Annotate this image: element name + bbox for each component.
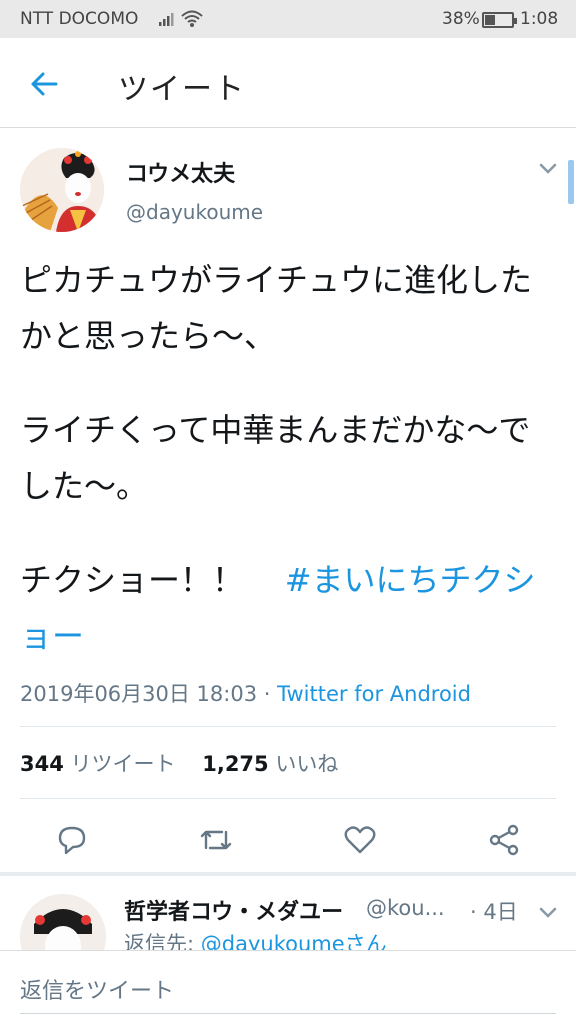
reply-to-line: 返信先: @dayukoumeさん: [124, 928, 387, 950]
scroll-indicator: [568, 160, 574, 204]
reply-avatar[interactable]: [20, 894, 106, 950]
engagement-counts: 344 リツイート 1,275 いいね: [20, 748, 338, 778]
battery-icon: [482, 12, 517, 28]
author-name[interactable]: コウメ太夫: [126, 156, 235, 188]
like-count-link[interactable]: 1,275 いいね: [202, 752, 338, 776]
divider: [20, 726, 556, 727]
carrier-label: NTT DOCOMO: [20, 9, 139, 29]
tweet-meta: 2019年06月30日 18:03 · Twitter for Android: [20, 678, 471, 708]
reply-icon[interactable]: [52, 820, 92, 860]
reply-to-mention[interactable]: @dayukoumeさん: [201, 932, 387, 950]
retweet-icon[interactable]: [196, 820, 236, 860]
reply-composer[interactable]: 返信をツイート: [0, 950, 576, 1024]
author-handle[interactable]: @dayukoume: [126, 200, 263, 224]
tweet-line: チクショー！！ #まいにちチクショー: [20, 552, 560, 664]
reply-author-name[interactable]: 哲学者コウ・メダユー: [124, 894, 343, 926]
like-label: いいね: [275, 752, 339, 776]
tweet-line: ピカチュウがライチュウに進化したかと思ったら〜、: [20, 261, 533, 355]
retweet-count-link[interactable]: 344 リツイート: [20, 752, 176, 776]
reply-time: · 4日: [470, 900, 518, 924]
reply-author-handle[interactable]: @kou...: [366, 896, 445, 920]
reply-to-label: 返信先:: [124, 932, 195, 950]
divider: [20, 798, 556, 799]
battery-percent: 38%: [442, 9, 480, 29]
meta-separator: ·: [263, 682, 271, 706]
retweet-label: リツイート: [70, 752, 176, 776]
tweet-actions: [0, 816, 576, 872]
page-title: ツイート: [118, 72, 246, 107]
wifi-icon: [180, 9, 204, 34]
author-avatar[interactable]: [20, 148, 104, 232]
app-bar: ツイート: [0, 38, 576, 128]
reply-tweet[interactable]: 哲学者コウ・メダユー @kou... · 4日 返信先: @dayukoumeさ…: [0, 876, 576, 950]
chevron-down-icon[interactable]: [538, 904, 558, 920]
tweet-line: ライチくって中華まんまだかな〜でした〜。: [20, 411, 531, 505]
input-underline: [20, 1013, 556, 1014]
battery-fill: [485, 15, 495, 25]
tweet-timestamp: 2019年06月30日 18:03: [20, 682, 258, 706]
status-bar: NTT DOCOMO 38% 1:08: [0, 0, 576, 38]
reply-input[interactable]: 返信をツイート: [20, 973, 174, 1005]
arrow-left-icon[interactable]: [26, 66, 62, 102]
signal-icon: [158, 11, 176, 32]
like-count: 1,275: [202, 752, 269, 776]
status-clock: 1:08: [520, 9, 559, 29]
heart-icon[interactable]: [340, 820, 380, 860]
tweet-text-segment: チクショー！！: [20, 561, 245, 599]
share-icon[interactable]: [484, 820, 524, 860]
tweet-text: ピカチュウがライチュウに進化したかと思ったら〜、 ライチくって中華まんまだかな〜…: [20, 252, 560, 664]
chevron-down-icon[interactable]: [538, 160, 558, 176]
retweet-count: 344: [20, 752, 64, 776]
tweet-source-link[interactable]: Twitter for Android: [277, 682, 471, 706]
